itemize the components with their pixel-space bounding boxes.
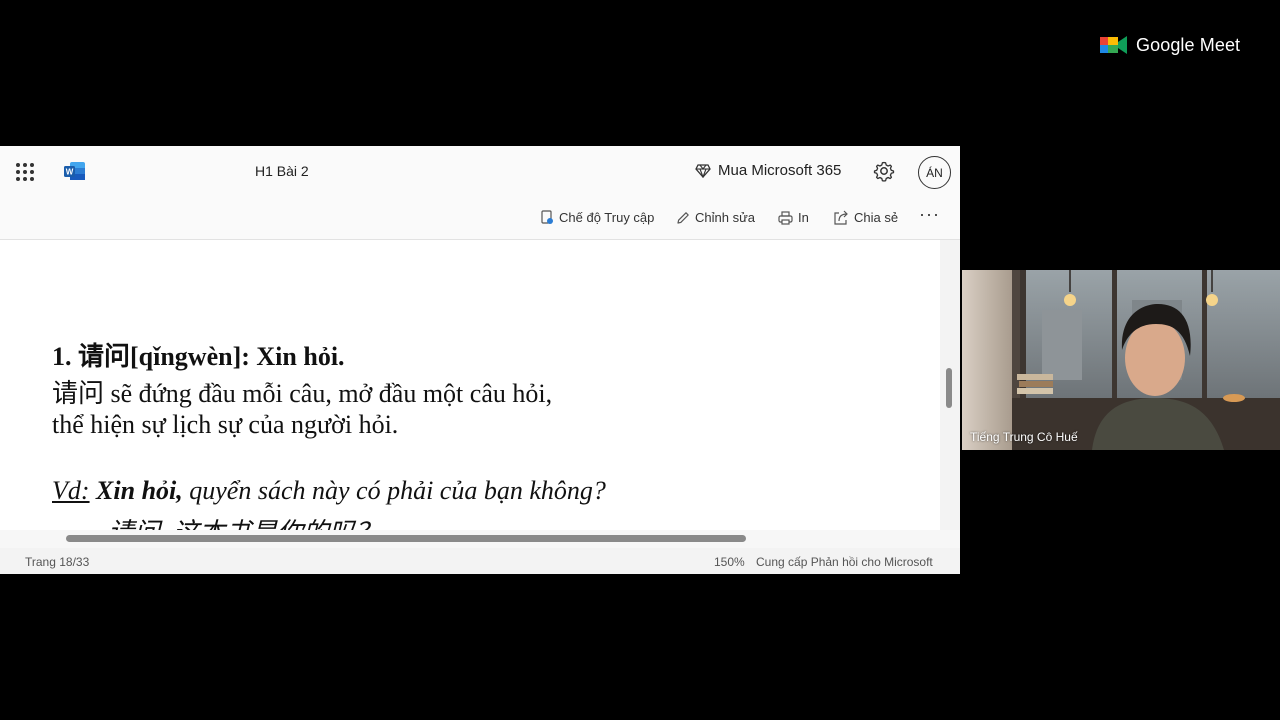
participant-name: Tiếng Trung Cô Huế <box>970 430 1078 444</box>
example-label: Vd: <box>52 476 90 505</box>
buy-microsoft-365-button[interactable]: Mua Microsoft 365 <box>695 162 841 179</box>
document-toolbar: Chế độ Truy cập Chỉnh sửa In Chia sẻ ··· <box>0 196 960 240</box>
document-heading: 1. 请问[qǐngwèn]: Xin hỏi. <box>52 342 345 371</box>
accessibility-mode-button[interactable]: Chế độ Truy cập <box>540 210 654 225</box>
document-line: 请问 sẽ đứng đầu mỗi câu, mở đầu một câu h… <box>52 379 553 408</box>
participant-video <box>962 270 1280 450</box>
accessibility-mode-label: Chế độ Truy cập <box>559 210 655 225</box>
example-chinese-line: 请问, 这本书是你的吗？ <box>108 512 381 530</box>
app-launcher-icon[interactable] <box>16 163 34 181</box>
printer-icon <box>778 210 793 225</box>
word-online-window: W H1 Bài 2 Mua Microsoft 365 ÁN Chế độ T… <box>0 146 960 574</box>
print-label: In <box>798 210 809 225</box>
pencil-icon <box>677 211 689 224</box>
account-avatar[interactable]: ÁN <box>918 156 951 189</box>
word-app-icon[interactable]: W <box>64 161 86 181</box>
word-top-bar: W H1 Bài 2 Mua Microsoft 365 ÁN <box>0 146 960 196</box>
page-count: Trang 18/33 <box>25 555 90 569</box>
horizontal-scrollbar[interactable] <box>66 535 746 542</box>
buy-microsoft-365-label: Mua Microsoft 365 <box>718 162 842 179</box>
example-line: Vd: Xin hỏi, quyển sách này có phải của … <box>52 476 606 506</box>
edit-label: Chỉnh sửa <box>695 210 756 225</box>
svg-text:W: W <box>66 168 74 177</box>
document-page: 1. 请问[qǐngwèn]: Xin hỏi. 请问 sẽ đứng đầu … <box>0 240 940 530</box>
example-bold-text: Xin hỏi, <box>96 476 183 505</box>
vertical-scrollbar[interactable] <box>946 368 952 408</box>
zoom-level[interactable]: 150% <box>714 555 745 569</box>
more-options-button[interactable]: ··· <box>919 204 940 225</box>
document-canvas[interactable]: 1. 请问[qǐngwèn]: Xin hỏi. 请问 sẽ đứng đầu … <box>0 240 960 530</box>
document-line: thể hiện sự lịch sự của người hỏi. <box>52 410 399 439</box>
gear-icon[interactable] <box>873 160 895 182</box>
share-icon <box>834 210 848 225</box>
share-button[interactable]: Chia sẻ <box>833 210 898 225</box>
example-text: quyển sách này có phải của bạn không? <box>182 476 606 505</box>
feedback-link[interactable]: Cung cấp Phản hồi cho Microsoft <box>756 555 933 569</box>
google-meet-title: Google Meet <box>1136 34 1241 55</box>
share-label: Chia sẻ <box>854 210 899 225</box>
document-title[interactable]: H1 Bài 2 <box>255 163 309 179</box>
horizontal-scrollbar-track[interactable] <box>0 530 960 548</box>
accessibility-icon <box>541 210 553 224</box>
google-meet-brand: Google Meet <box>1100 34 1240 56</box>
participant-video-tile[interactable]: Tiếng Trung Cô Huế <box>962 270 1280 450</box>
diamond-icon <box>695 163 711 178</box>
google-meet-logo-icon <box>1100 36 1127 54</box>
print-button[interactable]: In <box>778 210 809 225</box>
status-bar: Trang 18/33 150% Cung cấp Phản hồi cho M… <box>0 548 960 574</box>
edit-button[interactable]: Chỉnh sửa <box>676 210 755 225</box>
